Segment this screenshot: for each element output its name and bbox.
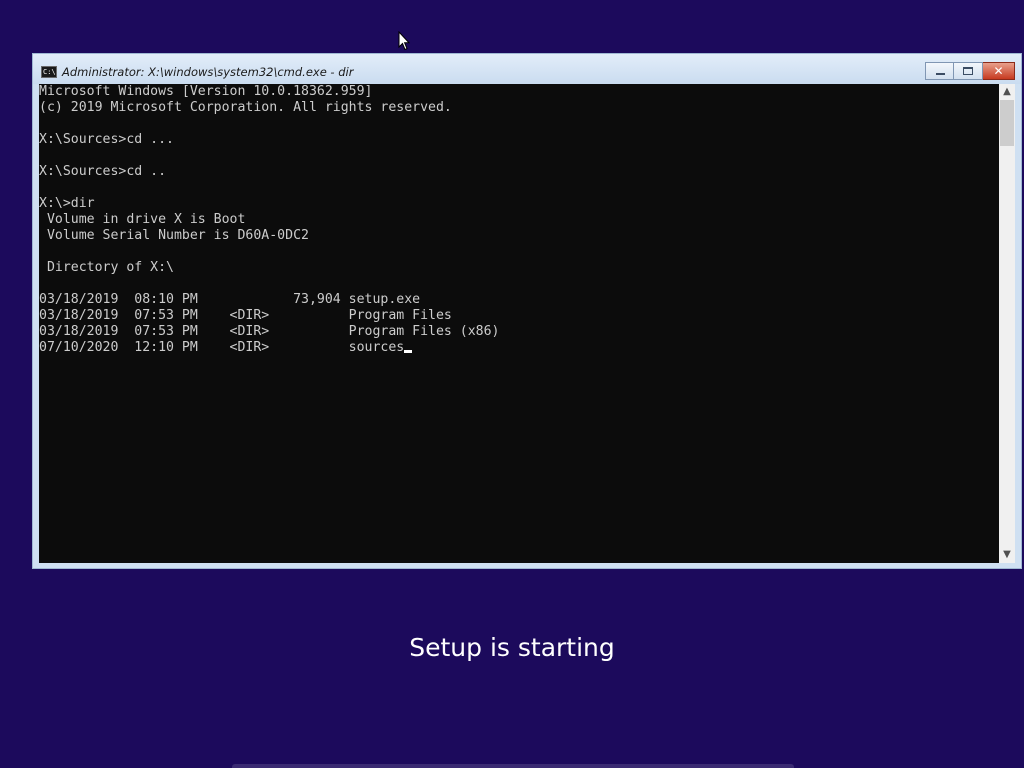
setup-status-message: Setup is starting: [409, 633, 615, 662]
scrollbar-thumb[interactable]: [1000, 100, 1014, 146]
text-cursor: [404, 350, 413, 353]
vertical-scrollbar[interactable]: ▲ ▼: [999, 84, 1015, 563]
window-controls: ✕: [925, 62, 1015, 80]
close-button[interactable]: ✕: [983, 62, 1015, 80]
console-line: 03/18/2019 07:53 PM <DIR> Program Files: [39, 308, 452, 323]
console-line: Microsoft Windows [Version 10.0.18362.95…: [39, 84, 373, 99]
close-icon: ✕: [993, 64, 1004, 78]
cmd-window[interactable]: C:\ Administrator: X:\windows\system32\c…: [32, 53, 1022, 569]
console-line: X:\Sources>cd ..: [39, 164, 167, 179]
console-output[interactable]: Microsoft Windows [Version 10.0.18362.95…: [39, 84, 999, 563]
console-line: 07/10/2020 12:10 PM <DIR> sources: [39, 340, 405, 355]
console-line: 03/18/2019 07:53 PM <DIR> Program Files …: [39, 324, 500, 339]
mouse-pointer-icon: [398, 31, 410, 51]
console-line: Volume Serial Number is D60A-0DC2: [39, 228, 309, 243]
console-line: (c) 2019 Microsoft Corporation. All righ…: [39, 100, 452, 115]
console-line: 03/18/2019 08:10 PM 73,904 setup.exe: [39, 292, 421, 307]
maximize-button[interactable]: [954, 62, 983, 80]
console-line: Directory of X:\: [39, 260, 174, 275]
minimize-icon: [936, 73, 945, 75]
maximize-icon: [963, 67, 973, 75]
minimize-button[interactable]: [925, 62, 954, 80]
console-text: Microsoft Windows [Version 10.0.18362.95…: [39, 84, 999, 356]
console-line: Volume in drive X is Boot: [39, 212, 246, 227]
scroll-down-icon[interactable]: ▼: [999, 547, 1015, 563]
console-line: X:\>dir: [39, 196, 95, 211]
window-title: Administrator: X:\windows\system32\cmd.e…: [62, 65, 354, 79]
setup-panel-edge: [232, 764, 794, 768]
console-line: X:\Sources>cd ...: [39, 132, 174, 147]
scroll-up-icon[interactable]: ▲: [999, 84, 1015, 100]
console-app-icon[interactable]: C:\: [41, 66, 57, 78]
window-titlebar[interactable]: C:\ Administrator: X:\windows\system32\c…: [33, 54, 1021, 84]
console-line-last: 07/10/2020 12:10 PM <DIR> sources: [39, 340, 999, 356]
